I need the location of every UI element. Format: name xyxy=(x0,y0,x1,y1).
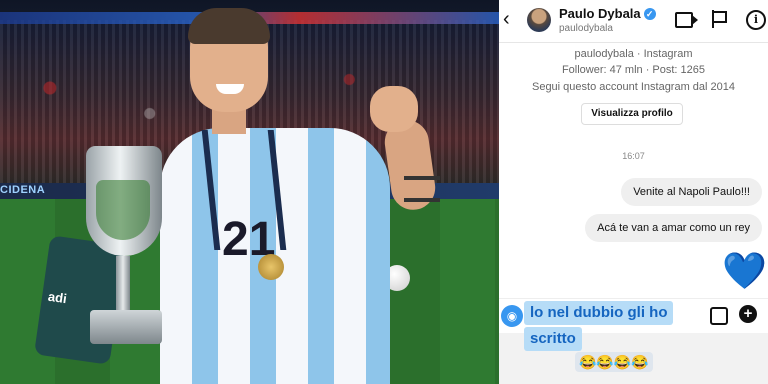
trophy-stem xyxy=(116,256,130,316)
caption-line-1: lo nel dubbio gli ho xyxy=(524,301,674,325)
verified-badge-icon: ✓ xyxy=(643,8,656,20)
profile-handle-line: paulodybala · Instagram xyxy=(574,48,693,60)
player: 21 xyxy=(150,0,450,384)
instagram-dm: ‹ Paulo Dybala ✓ paulodybala i paulodybal… xyxy=(499,0,768,384)
story-caption: lo nel dubbio gli ho scritto xyxy=(524,301,704,353)
flag-icon[interactable] xyxy=(712,10,727,30)
chat-header: ‹ Paulo Dybala ✓ paulodybala i xyxy=(499,0,768,43)
plus-icon[interactable]: + xyxy=(739,305,757,323)
message-bubble[interactable]: Acá te van a amar como un rey xyxy=(585,214,762,242)
message-bubble[interactable]: Venite al Napoli Paulo!!! xyxy=(621,178,762,206)
contact-handle: paulodybala xyxy=(559,23,613,34)
flag-cloth xyxy=(714,11,727,23)
gallery-icon[interactable] xyxy=(710,307,728,325)
fist xyxy=(370,86,418,132)
medal xyxy=(258,254,284,280)
trophy-base xyxy=(90,310,162,344)
contact-name-row[interactable]: Paulo Dybala ✓ xyxy=(559,6,656,21)
profile-since-line: Segui questo account Instagram dal 2014 xyxy=(531,81,736,93)
avatar[interactable] xyxy=(527,8,551,32)
profile-stats-line: Follower: 47 mln · Post: 1265 xyxy=(561,64,706,76)
arm-tattoo xyxy=(404,176,440,202)
info-icon[interactable]: i xyxy=(746,10,766,30)
trophy: adi xyxy=(34,140,168,365)
contact-name: Paulo Dybala xyxy=(559,6,641,21)
cloth-text: adi xyxy=(47,288,68,307)
caption-line-2: scritto xyxy=(524,327,582,351)
back-icon[interactable]: ‹ xyxy=(503,8,519,30)
trophy-cup-inner xyxy=(96,180,150,240)
player-photo: CIDENA 21 adi xyxy=(0,0,499,384)
heart-reaction[interactable]: 💙 xyxy=(722,250,767,292)
camera-icon[interactable]: ◉ xyxy=(501,305,523,327)
hair xyxy=(188,8,270,44)
caption-emojis: 😂😂😂😂 xyxy=(575,352,653,372)
video-call-icon[interactable] xyxy=(675,12,698,28)
view-profile-button[interactable]: Visualizza profilo xyxy=(581,103,683,125)
message-timestamp: 16:07 xyxy=(622,151,645,161)
ad-board-text: CIDENA xyxy=(0,184,46,196)
